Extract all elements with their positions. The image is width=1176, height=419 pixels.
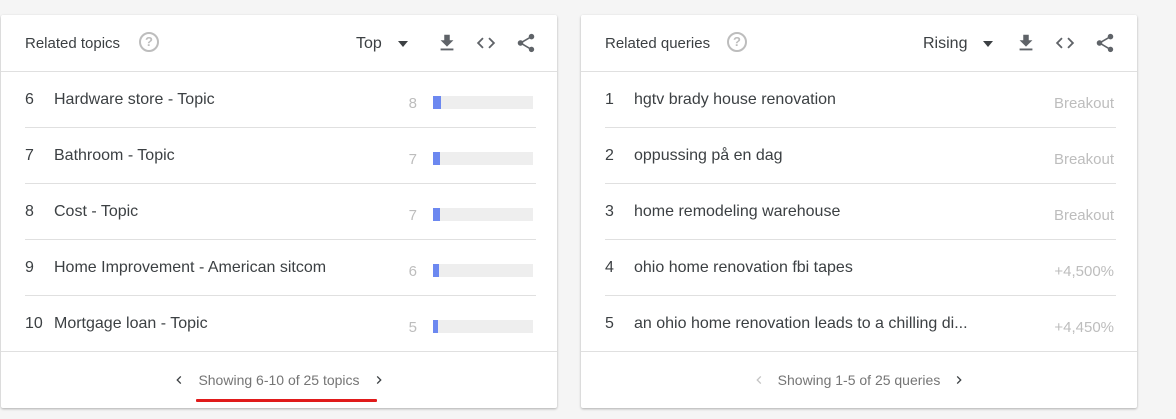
chevron-right-icon xyxy=(957,376,962,384)
query-growth: Breakout xyxy=(1053,95,1114,112)
query-label[interactable]: hgtv brady house renovation xyxy=(634,91,836,109)
query-growth: Breakout xyxy=(1053,207,1114,224)
value-bar xyxy=(433,264,533,277)
pagination: Showing 6-10 of 25 topics xyxy=(1,352,557,408)
query-label[interactable]: an ohio home renovation leads to a chill… xyxy=(634,315,968,333)
value-bar-fill xyxy=(433,264,439,277)
rank-number: 7 xyxy=(25,147,34,164)
rank-number: 4 xyxy=(605,259,614,276)
card-title: Related queries xyxy=(605,35,711,52)
previous-page-button[interactable] xyxy=(749,370,769,390)
value-bar xyxy=(433,152,533,165)
embed-code-icon[interactable] xyxy=(1054,32,1076,54)
topic-value: 8 xyxy=(408,95,417,112)
topic-label[interactable]: Bathroom - Topic xyxy=(54,147,175,165)
help-circle-icon[interactable]: ? xyxy=(139,32,159,52)
rank-number: 6 xyxy=(25,91,34,108)
query-label[interactable]: oppussing på en dag xyxy=(634,147,783,165)
chevron-right-icon xyxy=(376,376,382,384)
related-queries-card: Related queries ? Rising 1 hgtv brady ho… xyxy=(581,15,1137,408)
share-icon[interactable] xyxy=(515,32,537,54)
topic-label[interactable]: Mortgage loan - Topic xyxy=(54,315,208,333)
query-label[interactable]: ohio home renovation fbi tapes xyxy=(634,259,853,277)
card-header: Related topics ? Top xyxy=(1,15,557,72)
value-bar-fill xyxy=(433,208,440,221)
topic-value: 5 xyxy=(408,319,417,336)
pager-text: Showing 1-5 of 25 queries xyxy=(777,372,941,388)
value-bar-fill xyxy=(433,96,441,109)
rank-number: 5 xyxy=(605,315,614,332)
card-title: Related topics xyxy=(25,35,121,52)
rank-number: 3 xyxy=(605,203,614,220)
list-item[interactable]: 1 hgtv brady house renovation Breakout xyxy=(581,72,1137,128)
pager-text: Showing 6-10 of 25 topics xyxy=(196,372,377,402)
share-icon[interactable] xyxy=(1094,32,1116,54)
topic-value: 6 xyxy=(408,263,417,280)
list-item[interactable]: 10 Mortgage loan - Topic 5 xyxy=(1,296,557,352)
pager-label: Showing 6-10 of 25 topics xyxy=(198,372,360,388)
query-label[interactable]: home remodeling warehouse xyxy=(634,203,840,221)
download-icon[interactable] xyxy=(436,32,458,54)
select-label: Top xyxy=(356,35,382,52)
rank-number: 2 xyxy=(605,147,614,164)
rank-number: 1 xyxy=(605,91,614,108)
previous-page-button[interactable] xyxy=(169,370,189,390)
value-bar xyxy=(433,320,533,333)
list-item[interactable]: 7 Bathroom - Topic 7 xyxy=(1,128,557,184)
select-label: Rising xyxy=(923,35,968,52)
related-topics-card: Related topics ? Top 6 Hardware store - … xyxy=(1,15,557,408)
list-item[interactable]: 9 Home Improvement - American sitcom 6 xyxy=(1,240,557,296)
rank-number: 10 xyxy=(25,315,43,332)
chevron-left-icon xyxy=(755,376,761,384)
chevron-left-icon xyxy=(176,376,182,384)
list-item[interactable]: 2 oppussing på en dag Breakout xyxy=(581,128,1137,184)
next-page-button[interactable] xyxy=(369,370,389,390)
list-item[interactable]: 6 Hardware store - Topic 8 xyxy=(1,72,557,128)
list-item[interactable]: 5 an ohio home renovation leads to a chi… xyxy=(581,296,1137,352)
topic-label[interactable]: Home Improvement - American sitcom xyxy=(54,259,326,277)
query-growth: +4,450% xyxy=(1054,319,1114,336)
list-item[interactable]: 3 home remodeling warehouse Breakout xyxy=(581,184,1137,240)
embed-code-icon[interactable] xyxy=(475,32,497,54)
topic-value: 7 xyxy=(408,151,417,168)
value-bar-fill xyxy=(433,320,438,333)
list-item[interactable]: 4 ohio home renovation fbi tapes +4,500% xyxy=(581,240,1137,296)
value-bar-fill xyxy=(433,152,440,165)
dropdown-caret-icon xyxy=(397,41,408,47)
queries-sort-select[interactable]: Rising xyxy=(923,33,994,55)
card-header: Related queries ? Rising xyxy=(581,15,1137,72)
rank-number: 9 xyxy=(25,259,34,276)
rank-number: 8 xyxy=(25,203,34,220)
help-circle-icon[interactable]: ? xyxy=(727,32,747,52)
list-item[interactable]: 8 Cost - Topic 7 xyxy=(1,184,557,240)
topics-sort-select[interactable]: Top xyxy=(356,33,408,55)
topic-label[interactable]: Cost - Topic xyxy=(54,203,138,221)
topic-label[interactable]: Hardware store - Topic xyxy=(54,91,215,109)
dropdown-caret-icon xyxy=(983,41,994,47)
query-growth: +4,500% xyxy=(1054,263,1114,280)
next-page-button[interactable] xyxy=(949,370,969,390)
value-bar xyxy=(433,96,533,109)
red-underline-annotation xyxy=(196,399,377,402)
query-growth: Breakout xyxy=(1053,151,1114,168)
topic-value: 7 xyxy=(408,207,417,224)
pagination: Showing 1-5 of 25 queries xyxy=(581,352,1137,408)
download-icon[interactable] xyxy=(1015,32,1037,54)
value-bar xyxy=(433,208,533,221)
